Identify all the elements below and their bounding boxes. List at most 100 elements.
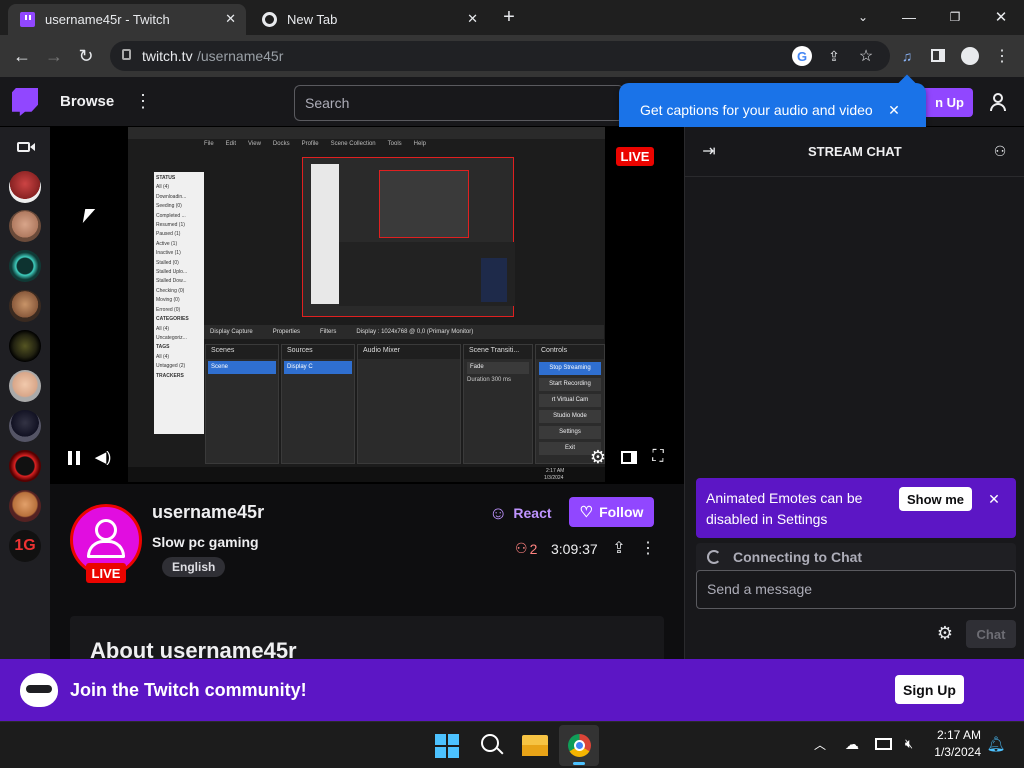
tab-new-tab[interactable]: New Tab ✕ [250,4,488,35]
show-me-button[interactable]: Show me [899,487,972,511]
video-camera-icon[interactable] [17,142,30,152]
video-player[interactable]: File Edit View Docks Profile Scene Collection… [50,127,684,484]
captions-popup-text: Get captions for your audio and video [640,102,873,118]
tab-search-icon[interactable]: ⌄ [852,6,874,28]
followed-channels-sidebar: 1G [0,127,50,659]
tab-title: username45r - Twitch [45,12,170,27]
back-icon[interactable]: ← [10,44,34,68]
community-icon[interactable]: ⚇ [990,141,1010,161]
channel-avatar[interactable] [9,490,41,522]
volume-icon[interactable]: ◀) [94,447,112,467]
chat-settings-icon[interactable]: ⚙ [935,623,955,643]
network-off-icon[interactable]: ☁ [842,734,862,754]
more-options-icon[interactable]: ⋮ [134,91,152,111]
mouse-cursor [82,209,96,223]
settings-gear-icon[interactable]: ⚙ [588,447,608,467]
follow-button[interactable]: ♡ Follow [569,497,654,527]
signup-label: n Up [935,95,964,110]
channel-avatar[interactable] [9,171,41,203]
language-tag[interactable]: English [162,557,226,577]
menu-kebab-icon[interactable]: ⋮ [994,45,1010,67]
more-options-icon[interactable]: ⋮ [640,538,656,558]
channel-avatar[interactable] [9,370,41,402]
google-icon[interactable]: G [792,46,812,66]
tab-twitch[interactable]: username45r - Twitch ✕ [8,4,246,35]
reload-icon[interactable]: ↻ [74,44,98,68]
react-button[interactable]: ☺ React [489,502,552,524]
spinner-icon [707,550,721,564]
obs-menu: File Edit View Docks Profile Scene Collection… [204,141,426,147]
minimize-icon[interactable]: — [898,6,920,28]
fullscreen-icon[interactable]: ⛶ [648,447,668,467]
user-icon[interactable] [990,93,1006,111]
connecting-status: Connecting to Chat [696,543,1016,571]
stream-uptime: 3:09:37 [551,541,598,557]
window-close-icon[interactable]: ✕ [990,6,1012,28]
media-controls-icon[interactable]: ♫ [896,45,918,67]
profile-icon[interactable] [961,47,979,65]
new-tab-button[interactable]: + [498,6,520,28]
stream-chat: ⇥ STREAM CHAT ⚇ Animated Emotes can be d… [684,127,1024,659]
viewers-icon: ⚇ [515,540,528,556]
channel-avatar[interactable]: 1G [9,530,41,562]
channel-avatar[interactable] [9,450,41,482]
chrome-taskbar-button[interactable] [559,725,599,766]
react-icon: ☺ [489,502,508,523]
live-badge: LIVE [616,147,654,166]
close-tab-icon[interactable]: ✕ [225,11,236,27]
browser-tab-strip: username45r - Twitch ✕ New Tab ✕ + ⌄ — ❐… [0,0,1024,35]
url-path: /username45r [197,48,284,64]
search-input[interactable]: Search [294,85,624,121]
close-popup-icon[interactable]: ✕ [885,101,903,119]
twitch-favicon-icon [20,12,35,27]
channel-avatar[interactable] [9,250,41,282]
heart-icon: ♡ [579,504,594,521]
twitch-logo-icon[interactable] [12,88,38,116]
viewer-count: ⚇ 2 [515,540,538,557]
share-icon[interactable]: ⇪ [824,46,844,66]
channel-avatar[interactable] [9,410,41,442]
show-hidden-icons[interactable]: ︿ [812,734,828,754]
chat-title: STREAM CHAT [808,144,902,159]
search-placeholder: Search [305,95,350,111]
obs-source-toolbar: Display Capture Properties Filters Display … [204,325,604,339]
theatre-mode-icon[interactable] [621,451,637,464]
chrome-favicon-icon [262,12,277,27]
windows-taskbar: ︿ ☁ 🔇︎ 2:17 AM 1/3/2024 🔔︎ [0,721,1024,768]
taskbar-date[interactable]: 1/3/2024 [933,745,981,759]
chat-message-input[interactable]: Send a message [696,570,1016,609]
side-panel-icon[interactable] [931,49,945,62]
channel-avatar[interactable] [9,290,41,322]
torrent-client-sidebar: STATUS All (4) Downloadin... Seeding (0) Com… [154,172,204,434]
channel-avatar[interactable] [9,210,41,242]
start-icon[interactable] [435,734,459,758]
restore-icon[interactable]: ❐ [944,6,966,28]
close-tab-icon[interactable]: ✕ [467,11,478,27]
file-explorer-icon[interactable] [522,735,548,756]
pause-icon[interactable] [68,451,72,465]
connecting-text: Connecting to Chat [733,549,863,565]
close-notice-icon[interactable]: ✕ [986,490,1002,508]
notification-bell-icon[interactable]: 🔔︎ [986,734,1005,754]
obs-scenes-dock: Scenes Scene [205,344,279,464]
channel-avatar[interactable] [9,330,41,362]
bookmark-star-icon[interactable]: ☆ [856,46,876,66]
glitch-mascot-icon [20,673,58,707]
channel-info: LIVE username45r Slow pc gaming English … [50,484,684,663]
chat-send-button[interactable]: Chat [966,620,1016,648]
join-banner-text: Join the Twitch community! [70,680,307,700]
share-icon[interactable]: ⇪ [610,538,628,558]
volume-muted-icon[interactable]: 🔇︎ [900,734,918,754]
display-icon[interactable] [875,738,892,750]
address-bar[interactable]: twitch.tv /username45r G ⇪ ☆ [110,41,890,71]
channel-name[interactable]: username45r [152,502,264,523]
emote-notice-text: Animated Emotes can be disabled in Setti… [706,490,863,527]
url-domain: twitch.tv [142,48,193,64]
banner-signup-button[interactable]: Sign Up [895,675,964,704]
collapse-chat-icon[interactable]: ⇥ [699,141,719,161]
forward-icon[interactable]: → [42,44,66,68]
browse-link[interactable]: Browse [60,93,114,110]
follow-label: Follow [599,504,644,520]
chat-header: ⇥ STREAM CHAT ⚇ [685,127,1024,177]
taskbar-time[interactable]: 2:17 AM [933,728,981,742]
